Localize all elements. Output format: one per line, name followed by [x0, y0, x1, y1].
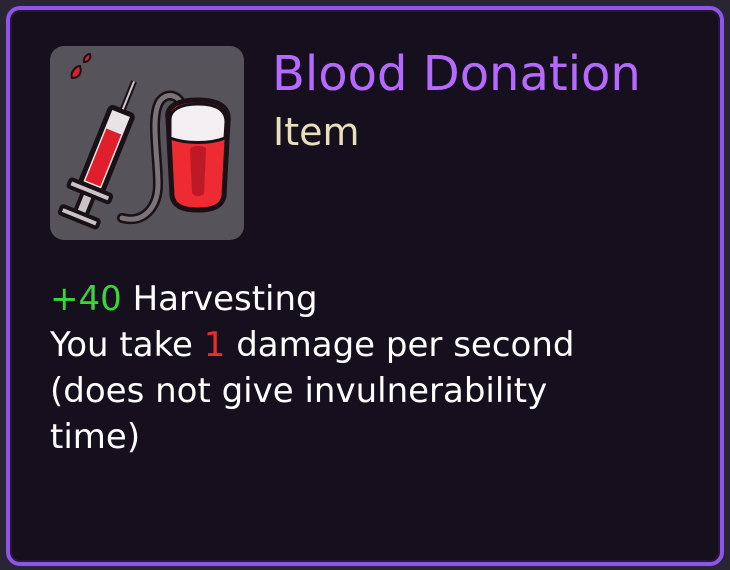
effect-line-note: (does not give invulnerability [50, 371, 548, 411]
item-tooltip-card: Blood Donation Item +40 Harvesting You t… [6, 6, 724, 566]
harvesting-value: +40 [50, 279, 122, 319]
damage-value: 1 [203, 325, 226, 365]
item-type: Item [273, 110, 360, 154]
damage-prefix: You take [50, 325, 204, 365]
damage-suffix: damage per second [225, 325, 575, 365]
blood-bag-syringe-icon [57, 52, 231, 230]
item-name: Blood Donation [272, 46, 641, 102]
harvesting-label: Harvesting [121, 279, 318, 319]
effect-line-harvesting: +40 Harvesting [50, 276, 690, 322]
item-icon-frame [50, 46, 244, 240]
item-description: +40 Harvesting You take 1 damage per sec… [50, 276, 690, 460]
effect-line-damage: You take 1 damage per second [50, 322, 690, 368]
effect-line-note-end: time) [50, 417, 141, 457]
